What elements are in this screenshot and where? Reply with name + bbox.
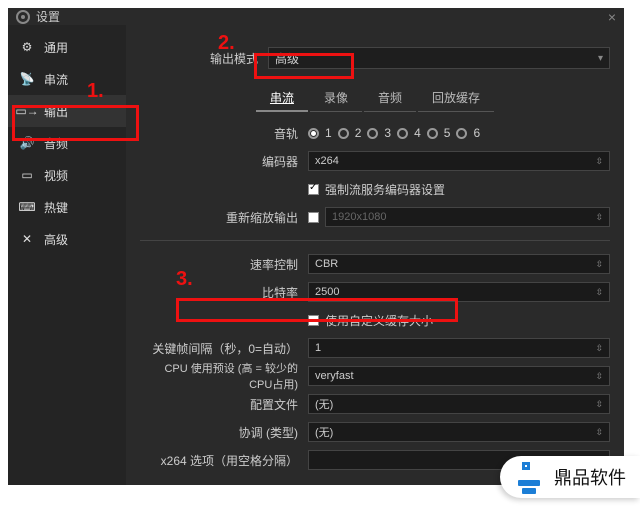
watermark-logo-icon (514, 462, 544, 492)
titlebar: 设置 × (8, 8, 624, 25)
sidebar: ⚙通用 📡串流 ▭→输出 🔊音频 ▭视频 ⌨热键 ✕高级 (8, 25, 126, 485)
output-mode-select[interactable]: 高级 (268, 47, 610, 69)
radio-track-2[interactable] (338, 128, 349, 139)
rescale-checkbox[interactable] (308, 212, 319, 223)
sidebar-item-audio[interactable]: 🔊音频 (8, 127, 126, 159)
ratectrl-label: 速率控制 (140, 256, 308, 273)
radio-track-1[interactable] (308, 128, 319, 139)
preset-label: CPU 使用预设 (高 = 较少的 CPU占用) (140, 360, 308, 392)
rescale-label: 重新缩放输出 (140, 209, 308, 226)
sidebar-item-advanced[interactable]: ✕高级 (8, 223, 126, 255)
keyboard-icon: ⌨ (18, 200, 36, 214)
custombuf-checkbox[interactable] (308, 315, 319, 326)
output-mode-label: 输出模式 (140, 50, 268, 67)
preset-select[interactable]: veryfast (308, 366, 610, 386)
sidebar-item-hotkeys[interactable]: ⌨热键 (8, 191, 126, 223)
bitrate-field[interactable]: 2500 (308, 282, 610, 302)
keyint-field[interactable]: 1 (308, 338, 610, 358)
profile-select[interactable]: (无) (308, 394, 610, 414)
tab-replay[interactable]: 回放缓存 (418, 85, 494, 112)
ratectrl-select[interactable]: CBR (308, 254, 610, 274)
watermark: 鼎品软件 (500, 456, 640, 498)
tab-record[interactable]: 录像 (310, 85, 362, 112)
radio-track-5[interactable] (427, 128, 438, 139)
custombuf-label: 使用自定义缓存大小 (325, 312, 433, 329)
keyint-label: 关键帧间隔（秒，0=自动） (140, 340, 308, 357)
sidebar-item-stream[interactable]: 📡串流 (8, 63, 126, 95)
bitrate-label: 比特率 (140, 284, 308, 301)
audio-track-radios: 1 2 3 4 5 6 (308, 126, 610, 140)
sidebar-item-video[interactable]: ▭视频 (8, 159, 126, 191)
tab-audio[interactable]: 音频 (364, 85, 416, 112)
output-icon: ▭→ (18, 104, 36, 118)
radio-track-3[interactable] (367, 128, 378, 139)
sidebar-item-general[interactable]: ⚙通用 (8, 31, 126, 63)
enforce-label: 强制流服务编码器设置 (325, 181, 445, 198)
tune-select[interactable]: (无) (308, 422, 610, 442)
watermark-text: 鼎品软件 (554, 464, 626, 490)
app-icon (16, 10, 30, 24)
encoder-label: 编码器 (140, 153, 308, 170)
radio-track-4[interactable] (397, 128, 408, 139)
speaker-icon: 🔊 (18, 136, 36, 150)
profile-label: 配置文件 (140, 396, 308, 413)
antenna-icon: 📡 (18, 72, 36, 86)
settings-window: 设置 × ⚙通用 📡串流 ▭→输出 🔊音频 ▭视频 ⌨热键 ✕高级 输出模式 高… (8, 8, 624, 482)
enforce-checkbox[interactable] (308, 184, 319, 195)
output-tabs: 串流 录像 音频 回放缓存 (140, 85, 610, 112)
gear-icon: ⚙ (18, 40, 36, 54)
tools-icon: ✕ (18, 232, 36, 246)
audio-track-label: 音轨 (140, 125, 308, 142)
tab-stream[interactable]: 串流 (256, 85, 308, 112)
close-icon[interactable]: × (608, 9, 616, 25)
window-title: 设置 (36, 8, 60, 25)
sidebar-item-output[interactable]: ▭→输出 (8, 95, 126, 127)
radio-track-6[interactable] (456, 128, 467, 139)
x264opts-label: x264 选项（用空格分隔） (140, 452, 308, 469)
content-pane: 输出模式 高级 串流 录像 音频 回放缓存 音轨 1 2 3 4 5 6 (126, 25, 624, 485)
tune-label: 协调 (类型) (140, 424, 308, 441)
rescale-select[interactable]: 1920x1080 (325, 207, 610, 227)
monitor-icon: ▭ (18, 168, 36, 182)
encoder-select[interactable]: x264 (308, 151, 610, 171)
